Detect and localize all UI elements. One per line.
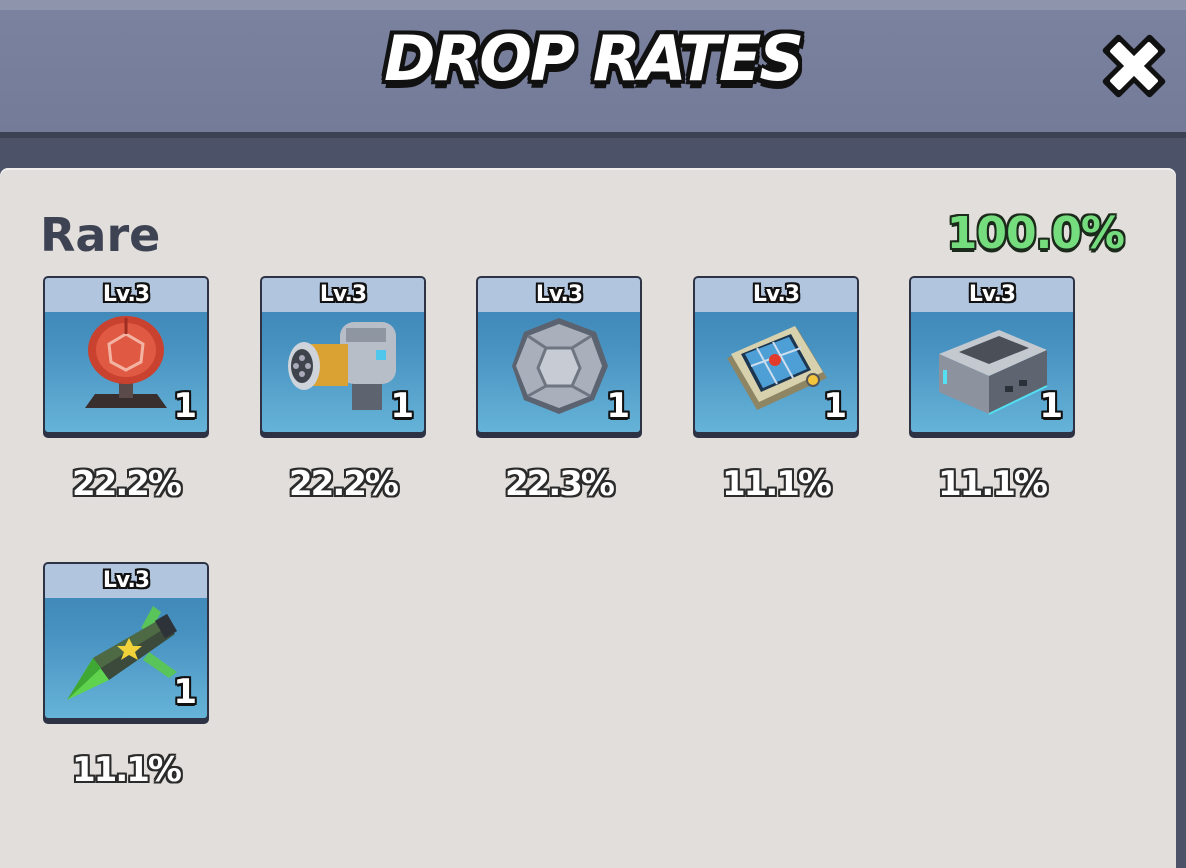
device-box-icon — [939, 330, 1048, 415]
page-title: DROP RATES — [383, 22, 804, 95]
item-slot: Lv.3 1 22.2% — [43, 276, 209, 504]
rarity-label: Rare — [40, 208, 161, 262]
close-icon — [1102, 34, 1166, 98]
item-card[interactable]: Lv.3 1 — [476, 276, 642, 438]
item-card[interactable]: Lv.3 1 — [43, 276, 209, 438]
header-bar: DROP RATES — [0, 0, 1186, 138]
missile-icon — [67, 606, 178, 700]
item-quantity: 1 — [173, 386, 197, 426]
item-slot: Lv.3 1 22.2% — [260, 276, 426, 504]
item-drop-rate: 22.2% — [72, 464, 182, 504]
level-label: Lv.3 — [102, 568, 150, 593]
item-quantity: 1 — [606, 386, 630, 426]
item-card[interactable]: Lv.3 1 — [693, 276, 859, 438]
armor-plate-icon — [512, 318, 608, 414]
level-label: Lv.3 — [968, 282, 1016, 307]
level-label: Lv.3 — [102, 282, 150, 307]
item-slot: Lv.3 1 11.1% — [43, 562, 209, 790]
level-label: Lv.3 — [319, 282, 367, 307]
item-drop-rate: 22.3% — [505, 464, 615, 504]
close-button[interactable] — [1094, 26, 1174, 106]
item-card[interactable]: Lv.3 1 — [43, 562, 209, 724]
level-bar: Lv.3 — [911, 278, 1073, 312]
item-quantity: 1 — [823, 386, 847, 426]
header-shadow — [0, 138, 1186, 168]
item-quantity: 1 — [1039, 386, 1063, 426]
item-slot: Lv.3 1 11.1% — [909, 276, 1075, 504]
item-drop-rate: 11.1% — [72, 750, 182, 790]
rarity-total-rate: 100.0% — [946, 208, 1125, 259]
radar-screen-icon — [727, 326, 827, 410]
item-slot: Lv.3 1 11.1% — [693, 276, 859, 504]
level-label: Lv.3 — [535, 282, 583, 307]
item-drop-rate: 22.2% — [289, 464, 399, 504]
item-card[interactable]: Lv.3 1 — [260, 276, 426, 438]
level-bar: Lv.3 — [262, 278, 424, 312]
level-bar: Lv.3 — [45, 564, 207, 598]
item-drop-rate: 11.1% — [722, 464, 832, 504]
level-label: Lv.3 — [752, 282, 800, 307]
item-quantity: 1 — [173, 672, 197, 712]
level-bar: Lv.3 — [45, 278, 207, 312]
gatling-cannon-icon — [288, 322, 396, 410]
level-bar: Lv.3 — [695, 278, 857, 312]
item-quantity: 1 — [390, 386, 414, 426]
level-bar: Lv.3 — [478, 278, 640, 312]
item-slot: Lv.3 1 22.3% — [476, 276, 642, 504]
radar-dish-icon — [85, 316, 167, 408]
item-drop-rate: 11.1% — [938, 464, 1048, 504]
item-card[interactable]: Lv.3 1 — [909, 276, 1075, 438]
